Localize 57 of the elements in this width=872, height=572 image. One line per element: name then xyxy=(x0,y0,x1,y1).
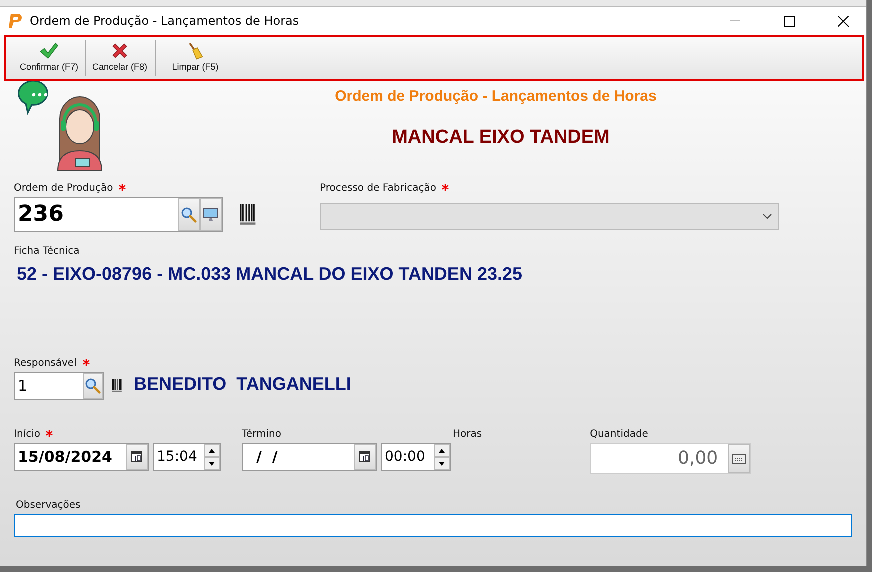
maximize-icon xyxy=(784,16,794,26)
end-date-field[interactable]: / / xyxy=(242,443,377,471)
calendar-icon xyxy=(359,451,371,463)
app-logo-icon xyxy=(8,13,22,29)
field-value: 00:00 xyxy=(384,448,426,467)
spin-down-button[interactable] xyxy=(434,457,450,470)
form-title: Ordem de Produção - Lançamentos de Horas xyxy=(335,88,657,105)
spin-up-button[interactable] xyxy=(434,444,450,457)
toolbar-button[interactable]: Limpar (F5) xyxy=(156,40,236,76)
search-button[interactable] xyxy=(83,373,103,399)
spin-down-button[interactable] xyxy=(204,457,220,470)
keyboard-icon xyxy=(732,454,746,464)
start-time-field[interactable]: 15:04 xyxy=(153,443,221,471)
field-label: Ficha Técnica xyxy=(14,246,81,259)
field-label: Início xyxy=(14,429,221,443)
down-arrow-icon xyxy=(209,462,215,466)
responsible-field[interactable]: 1 xyxy=(14,372,104,400)
field-label: Horas xyxy=(453,429,482,442)
field-value: 15:04 xyxy=(156,448,198,467)
down-arrow-icon xyxy=(439,462,445,466)
search-button[interactable] xyxy=(178,198,200,231)
notes-field[interactable] xyxy=(14,514,852,537)
monitor-icon xyxy=(203,206,219,222)
search-icon xyxy=(85,378,101,394)
window-title: Ordem de Produção - Lançamentos de Horas xyxy=(30,14,300,28)
responsible-name: BENEDITO TANGANELLI xyxy=(134,374,352,395)
calendar-icon xyxy=(131,451,143,463)
production-order-field[interactable]: 236 xyxy=(14,197,223,232)
search-icon xyxy=(181,206,197,222)
product-name: MANCAL EIXO TANDEM xyxy=(392,127,610,149)
calendar-button[interactable] xyxy=(354,444,376,470)
chevron-down-icon xyxy=(763,214,772,220)
computer-button[interactable] xyxy=(200,198,222,231)
field-label: Responsável xyxy=(14,358,104,372)
field-label: Processo de Fabricação xyxy=(320,183,779,197)
field-label: Quantidade xyxy=(590,429,650,442)
barcode-icon xyxy=(110,379,124,393)
technical-sheet-value: 52 - EIXO-08796 - MC.033 MANCAL DO EIXO TANDEN 23.25 xyxy=(17,264,524,285)
close-icon xyxy=(838,16,848,26)
field-value: 1 xyxy=(17,376,29,397)
field-value: 0,00 xyxy=(677,447,720,471)
field-label: Observações xyxy=(16,500,82,513)
keypad-button[interactable] xyxy=(728,444,750,473)
field-value: 236 xyxy=(17,201,65,229)
field-label: Ordem de Produção xyxy=(14,183,259,197)
quantity-field[interactable]: 0,00 xyxy=(590,443,752,474)
spin-up-button[interactable] xyxy=(204,444,220,457)
up-arrow-icon xyxy=(209,448,215,452)
calendar-button[interactable] xyxy=(126,444,148,470)
up-arrow-icon xyxy=(439,448,445,452)
toolbar-button[interactable]: Cancelar (F8) xyxy=(86,40,156,76)
start-date-field[interactable]: 15/08/2024 xyxy=(14,443,149,471)
toolbar-button[interactable]: Confirmar (F7) xyxy=(14,40,86,76)
field-value: 15/08/2024 xyxy=(17,447,114,468)
end-time-field[interactable]: 00:00 xyxy=(381,443,451,471)
field-value: / / xyxy=(255,447,279,468)
field-label: Término xyxy=(242,429,282,442)
